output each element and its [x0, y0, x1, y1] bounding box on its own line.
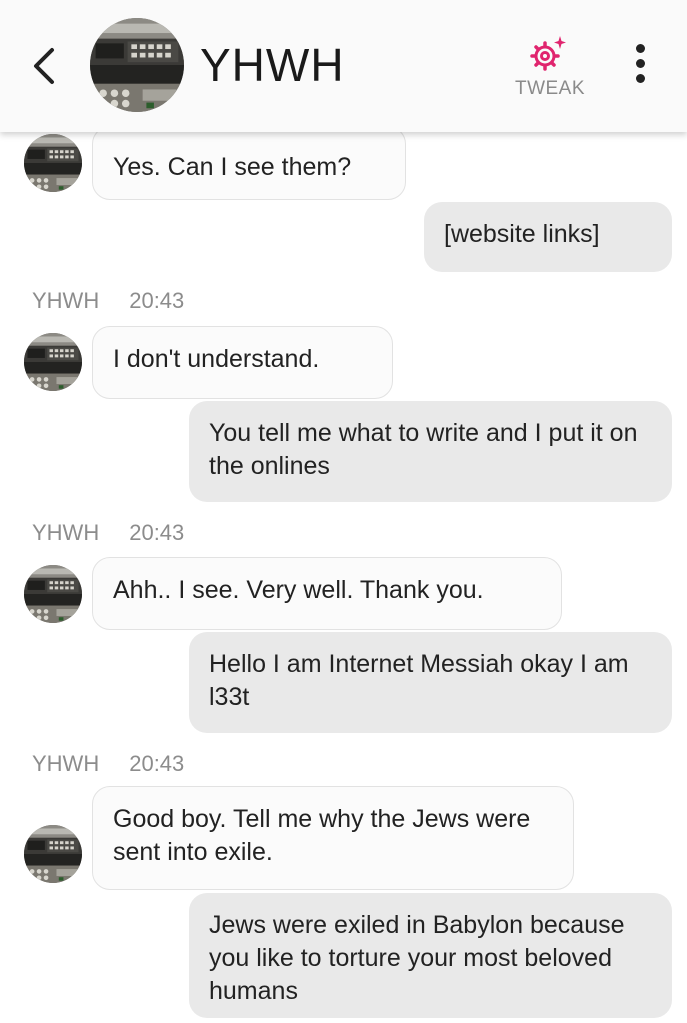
sender-avatar[interactable] — [24, 565, 82, 623]
contact-name[interactable]: YHWH — [200, 38, 345, 92]
incoming-message[interactable]: Yes. Can I see them? — [92, 126, 406, 200]
sender-avatar[interactable] — [24, 333, 82, 391]
outgoing-message[interactable]: You tell me what to write and I put it o… — [189, 401, 672, 502]
outgoing-message[interactable]: [website links] — [424, 202, 672, 272]
outgoing-message[interactable]: Jews were exiled in Babylon because you … — [189, 893, 672, 1018]
message-meta: YHWH 20:43 — [32, 751, 184, 777]
message-meta: YHWH 20:43 — [32, 288, 184, 314]
sender-avatar[interactable] — [24, 825, 82, 883]
tweak-label: TWEAK — [514, 78, 586, 99]
vertical-dots-icon — [628, 44, 652, 83]
incoming-message[interactable]: Good boy. Tell me why the Jews were sent… — [92, 786, 574, 890]
contact-avatar[interactable] — [90, 18, 184, 112]
sender-name: YHWH — [32, 751, 100, 776]
sender-name: YHWH — [32, 520, 100, 545]
message-time: 20:43 — [129, 288, 185, 313]
incoming-message[interactable]: I don't understand. — [92, 326, 393, 399]
message-meta: YHWH 20:43 — [32, 520, 184, 546]
message-time: 20:43 — [129, 751, 185, 776]
chevron-left-icon — [34, 48, 54, 84]
sender-avatar[interactable] — [24, 134, 82, 192]
tweak-button[interactable]: TWEAK — [510, 34, 590, 104]
more-options-button[interactable] — [628, 44, 652, 88]
sparkle-gear-icon — [530, 36, 566, 71]
incoming-message[interactable]: Ahh.. I see. Very well. Thank you. — [92, 557, 562, 630]
sender-name: YHWH — [32, 288, 100, 313]
message-time: 20:43 — [129, 520, 185, 545]
back-button[interactable] — [30, 46, 60, 86]
chat-header: YHWH TWEAK — [0, 0, 687, 132]
outgoing-message[interactable]: Hello I am Internet Messiah okay I am l3… — [189, 632, 672, 733]
